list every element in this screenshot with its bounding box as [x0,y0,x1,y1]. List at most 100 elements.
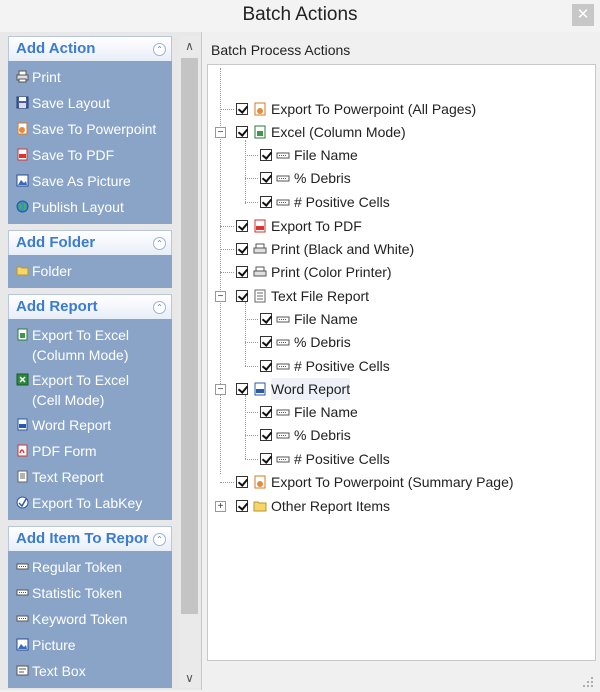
tree-checkbox[interactable] [236,103,248,115]
item-label: Word Report [32,417,112,433]
tree-checkbox[interactable] [236,126,248,138]
tree-item[interactable]: % Debris [208,331,593,353]
title-bar: Batch Actions ✕ [0,0,600,32]
action-save-to-pdf[interactable]: Save To PDF [8,142,172,168]
collapse-chevron-icon[interactable]: ⌃ [153,237,166,250]
action-publish-layout[interactable]: Publish Layout [8,194,172,220]
tree-checkbox[interactable] [236,500,248,512]
tree-item[interactable]: Export To Powerpoint (Summary Page) [208,471,593,493]
tree-checkbox[interactable] [260,429,272,441]
tree-checkbox[interactable] [260,406,272,418]
tree-item[interactable]: − Excel (Column Mode) [208,121,593,143]
tree-item-label: Export To PDF [271,218,362,234]
action-export-excel-cell[interactable]: Export To Excel (Cell Mode) [8,367,172,412]
action-save-to-powerpoint[interactable]: Save To Powerpoint [8,116,172,142]
tree-checkbox[interactable] [236,290,248,302]
tree-checkbox[interactable] [236,243,248,255]
section-header-add-item-to-report[interactable]: Add Item To Report ⌃ [8,526,172,551]
section-header-add-report[interactable]: Add Report ⌃ [8,294,172,319]
tree-item[interactable]: Export To PDF [208,215,593,237]
action-picture[interactable]: Picture [8,632,172,658]
tree-item[interactable]: File Name [208,401,593,423]
tree-checkbox[interactable] [260,360,272,372]
tree-checkbox[interactable] [260,336,272,348]
floppy-icon [16,96,29,109]
window-title: Batch Actions [242,4,358,25]
item-label: Publish Layout [32,199,124,215]
collapse-toggle-icon[interactable]: − [215,384,226,395]
expand-toggle-icon[interactable]: + [215,501,226,512]
powerpoint-icon [254,475,266,489]
action-word-report[interactable]: Word Report [8,412,172,438]
tree-checkbox[interactable] [260,313,272,325]
excel-icon [17,328,28,341]
collapse-chevron-icon[interactable]: ⌃ [153,43,166,56]
pdf-form-icon [17,444,28,457]
tree-item[interactable]: Print (Black and White) [208,238,593,260]
scroll-thumb[interactable] [181,58,198,614]
tree-item-label: Export To Powerpoint (Summary Page) [271,474,514,490]
item-label: Export To LabKey [32,495,143,511]
section-header-add-action[interactable]: Add Action ⌃ [8,36,172,61]
section-header-add-folder[interactable]: Add Folder ⌃ [8,230,172,255]
tree-item[interactable]: File Name [208,308,593,330]
tree-checkbox[interactable] [260,196,272,208]
globe-icon [16,200,29,213]
token-icon [276,363,290,370]
tree-item[interactable]: Print (Color Printer) [208,261,593,283]
powerpoint-icon [254,102,266,116]
action-pdf-form[interactable]: PDF Form [8,438,172,464]
section-title: Add Action [16,40,96,57]
palette-scrollbar[interactable]: ∧ ∨ [179,36,200,688]
tree-item[interactable]: # Positive Cells [208,191,593,213]
tree-item[interactable]: % Debris [208,167,593,189]
action-save-as-picture[interactable]: Save As Picture [8,168,172,194]
action-regular-token[interactable]: Regular Token [8,554,172,580]
tree-item[interactable]: % Debris [208,424,593,446]
batch-tree: Export To Powerpoint (All Pages) − Excel… [207,64,596,661]
action-export-excel-column[interactable]: Export To Excel (Column Mode) [8,322,172,367]
action-print[interactable]: Print [8,64,172,90]
tree-item[interactable]: − Text File Report [208,285,593,307]
token-icon [276,409,290,416]
scroll-up-arrow-icon[interactable]: ∧ [179,36,200,56]
action-save-layout[interactable]: Save Layout [8,90,172,116]
tree-item[interactable]: Export To Powerpoint (All Pages) [208,98,593,120]
token-icon [16,589,29,596]
action-text-report[interactable]: Text Report [8,464,172,490]
item-label: Save As Picture [32,173,131,189]
tree-item-label: Print (Color Printer) [271,264,392,280]
tree-item[interactable]: File Name [208,144,593,166]
tree-checkbox[interactable] [236,220,248,232]
tree-item-label: # Positive Cells [294,358,390,374]
tree-item[interactable]: − Word Report [208,378,593,400]
tree-checkbox[interactable] [260,172,272,184]
action-text-box[interactable]: Text Box [8,658,172,684]
item-label: Keyword Token [32,611,128,627]
powerpoint-icon [17,122,28,135]
action-export-labkey[interactable]: Export To LabKey [8,490,172,516]
tree-checkbox[interactable] [236,476,248,488]
collapse-chevron-icon[interactable]: ⌃ [153,533,166,546]
collapse-chevron-icon[interactable]: ⌃ [153,301,166,314]
tree-item[interactable]: + Other Report Items [208,495,593,517]
collapse-toggle-icon[interactable]: − [215,127,226,138]
tree-item[interactable]: # Positive Cells [208,448,593,470]
tree-item-label: File Name [294,404,358,420]
tree-item-label: % Debris [294,334,351,350]
resize-grip-icon[interactable] [582,676,594,688]
scroll-down-arrow-icon[interactable]: ∨ [179,668,200,688]
close-button[interactable]: ✕ [572,4,594,26]
action-statistic-token[interactable]: Statistic Token [8,580,172,606]
tree-checkbox[interactable] [236,383,248,395]
tree-checkbox[interactable] [260,149,272,161]
tree-checkbox[interactable] [260,453,272,465]
collapse-toggle-icon[interactable]: − [215,291,226,302]
tree-checkbox[interactable] [236,266,248,278]
folder-icon [253,501,267,512]
action-folder[interactable]: Folder [8,258,172,284]
tree-item[interactable]: # Positive Cells [208,355,593,377]
pdf-icon [17,148,28,161]
action-keyword-token[interactable]: Keyword Token [8,606,172,632]
token-icon [276,152,290,159]
